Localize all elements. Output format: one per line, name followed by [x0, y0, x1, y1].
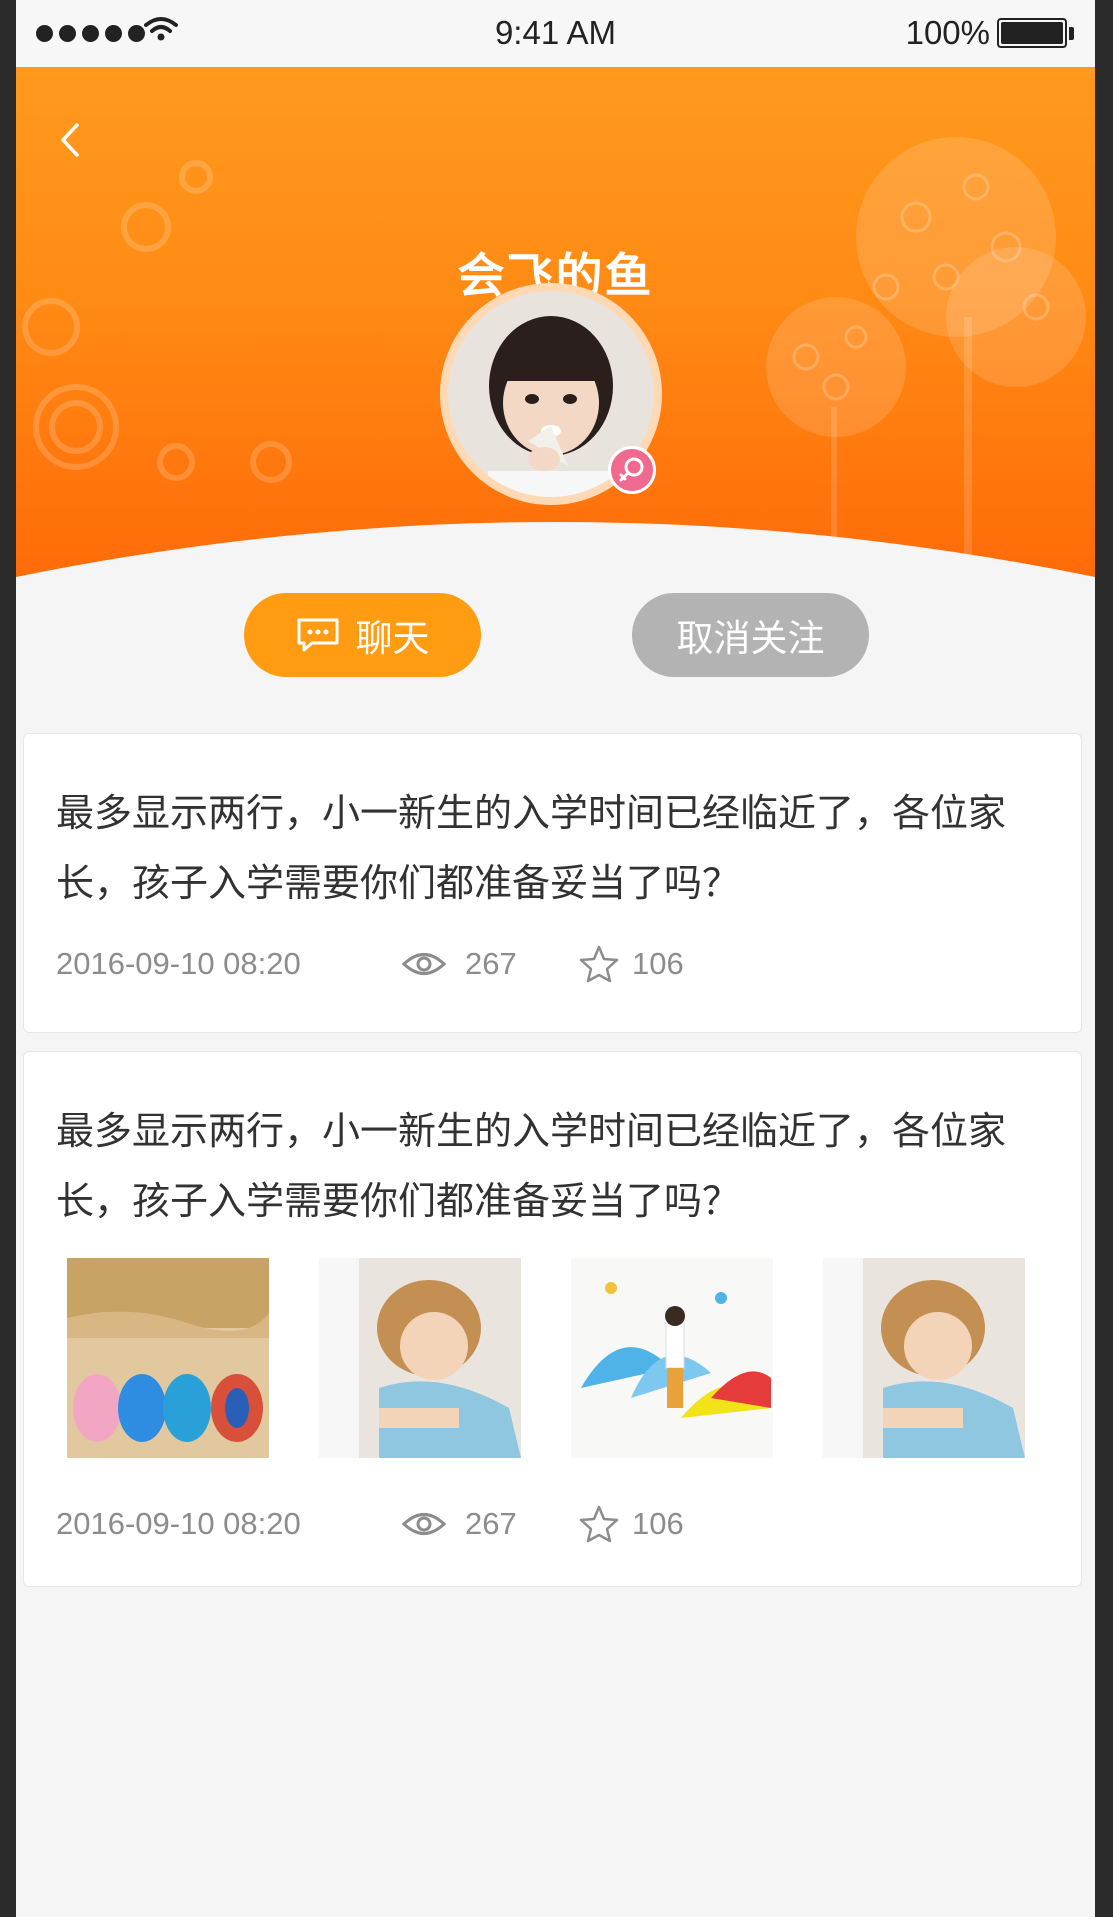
views-count: 267 [465, 1506, 517, 1541]
child-laptop-photo[interactable] [319, 1258, 521, 1458]
back-arrow-icon[interactable] [60, 123, 80, 157]
post-title: 最多显示两行，小一新生的入学时间已经临近了，各位家长，孩子入学需要你们都准备妥当… [56, 791, 1007, 905]
post-date: 2016-09-10 08:20 [56, 946, 301, 981]
post-card[interactable]: 最多显示两行，小一新生的入学时间已经临近了，各位家长，孩子入学需要你们都准备妥当… [23, 1051, 1082, 1587]
sandals-photo[interactable] [67, 1258, 269, 1458]
battery-percentage: 100% [905, 14, 990, 51]
post-stars[interactable]: 106 [578, 944, 684, 984]
chat-button[interactable]: 聊天 [244, 593, 481, 677]
chat-bubble-icon [297, 618, 338, 652]
post-card[interactable]: 最多显示两行，小一新生的入学时间已经临近了，各位家长，孩子入学需要你们都准备妥当… [23, 733, 1082, 1033]
star-icon [579, 945, 619, 983]
stars-count: 106 [632, 946, 684, 981]
post-date: 2016-09-10 08:20 [56, 1506, 301, 1541]
phone-screen: 9:41 AM 100% 会飞的鱼 聊天 取消关注 最多显示两行，小一新生的入学… [16, 0, 1095, 1917]
unfollow-button-label: 取消关注 [676, 617, 825, 660]
battery-icon [997, 18, 1075, 52]
post-views: 267 [401, 946, 578, 982]
status-bar: 9:41 AM 100% [16, 0, 1095, 67]
child-laptop-photo[interactable] [823, 1258, 1025, 1458]
post-title: 最多显示两行，小一新生的入学时间已经临近了，各位家长，孩子入学需要你们都准备妥当… [56, 1109, 1007, 1223]
unfollow-button[interactable]: 取消关注 [632, 593, 869, 677]
star-icon [579, 1505, 619, 1543]
post-meta: 2016-09-10 08:20 267 106 [56, 944, 684, 984]
post-meta: 2016-09-10 08:20 267 106 [56, 1504, 684, 1544]
post-images [67, 1258, 1067, 1458]
post-views: 267 [401, 1506, 578, 1542]
chat-button-label: 聊天 [355, 617, 430, 660]
eye-icon [401, 953, 447, 975]
post-stars[interactable]: 106 [578, 1504, 684, 1544]
stars-count: 106 [632, 1506, 684, 1541]
views-count: 267 [465, 946, 517, 981]
umbrella-child-photo[interactable] [571, 1258, 773, 1458]
eye-icon [401, 1513, 447, 1535]
female-gender-icon [608, 446, 656, 494]
